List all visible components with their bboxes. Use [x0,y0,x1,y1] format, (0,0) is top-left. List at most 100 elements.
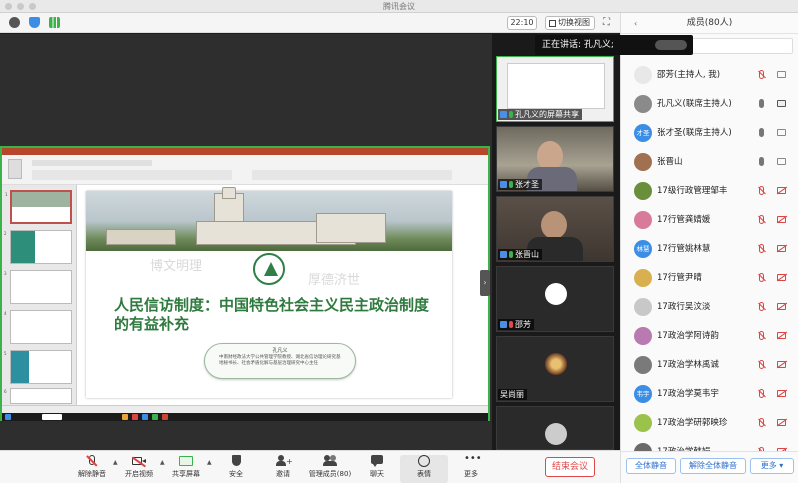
mic-muted-icon[interactable] [759,302,764,311]
switch-view-button[interactable]: 切换视图 [545,16,595,30]
member-row[interactable]: 17级行政管理邹丰 [621,177,798,205]
more-button[interactable]: ••• 更多 [447,454,495,483]
camera-off-icon[interactable] [777,332,786,339]
university-logo [253,253,285,285]
user-icon [500,321,507,328]
mic-muted-icon[interactable] [759,360,764,369]
meeting-controls: 解除静音 ▲ 开启视频 ▲ 共享屏幕 ▲ 安全 + 邀请 管理成员(80) 聊天 [0,450,620,483]
camera-off-icon[interactable] [777,187,786,194]
members-icon [323,455,337,467]
avatar [634,95,652,113]
invite-label: 邀请 [276,470,290,478]
slide-thumbnail[interactable]: 3 [4,270,72,304]
chat-button[interactable]: 聊天 [353,455,401,483]
mic-muted-icon[interactable] [759,389,764,398]
slide-thumbnail[interactable]: 1 [5,190,72,224]
reactions-button[interactable]: 表情 [400,455,448,483]
member-row[interactable]: 邵芳(主持人, 我) [621,61,798,89]
mic-muted-icon[interactable] [759,70,764,79]
camera-off-icon[interactable] [777,303,786,310]
campus-photo [86,187,452,251]
camera-off-icon[interactable] [777,419,786,426]
security-button[interactable]: 安全 [212,455,260,483]
member-row[interactable]: 17行管尹晴 [621,264,798,292]
video-tile[interactable]: 张晋山 [496,196,614,262]
app-icon[interactable] [152,414,158,420]
screen-share-icon[interactable] [777,100,786,107]
member-row[interactable]: 张晋山 [621,148,798,176]
member-row[interactable]: 17政治学林禹诚 [621,351,798,379]
collapse-strip-button[interactable]: › [480,270,490,296]
member-row[interactable]: 林慧 17行管姚林慧 [621,235,798,263]
member-row[interactable]: 17行管龚婧媛 [621,206,798,234]
slide-thumbnail[interactable]: 6 [4,388,72,404]
member-row[interactable]: 韦宇 17政治学莫韦宇 [621,380,798,408]
members-search-input[interactable] [681,38,793,54]
slide-thumbnail[interactable]: 2 [4,230,72,264]
security-label: 安全 [229,470,243,478]
ppt-ribbon [2,155,488,185]
ppt-title-bar [2,148,488,155]
member-row[interactable]: 17政行吴汶淡 [621,293,798,321]
camera-icon[interactable] [777,71,786,78]
invite-button[interactable]: + 邀请 [259,455,307,483]
member-row[interactable]: 17政治学研郭映珍 [621,409,798,437]
mic-icon[interactable] [759,128,764,137]
shield-icon[interactable] [29,17,40,28]
mic-muted-icon[interactable] [759,418,764,427]
manage-members-button[interactable]: 管理成员(80) [306,455,354,483]
smile-icon [417,455,431,467]
camera-icon[interactable] [777,158,786,165]
mic-icon[interactable] [759,99,764,108]
panel-more-button[interactable]: 更多 ▾ [750,458,794,474]
chevron-left-icon[interactable]: ‹ [634,13,637,34]
app-icon[interactable] [122,414,128,420]
meeting-clock: 22:10 [507,16,537,30]
mic-muted-icon [85,455,99,467]
mic-muted-icon[interactable] [759,273,764,282]
unmute-button[interactable]: 解除静音 [68,455,116,483]
mic-muted-icon[interactable] [759,186,764,195]
shield-icon [229,455,243,467]
video-tile[interactable]: 张才圣 [496,126,614,192]
mic-muted-icon[interactable] [759,331,764,340]
share-screen-button[interactable]: 共享屏幕 [162,455,210,483]
member-row[interactable]: 才圣 张才圣(联席主持人) [621,119,798,147]
speaking-indicator: 正在讲话: 孔凡义; [535,35,693,55]
avatar [634,66,652,84]
fullscreen-icon[interactable]: ⛶ [603,17,614,28]
search-box[interactable] [42,414,62,420]
video-tile[interactable] [496,406,614,450]
end-meeting-button[interactable]: 结束会议 [545,457,595,477]
mic-muted-icon[interactable] [759,244,764,253]
camera-off-icon[interactable] [777,274,786,281]
members-panel-title: 成员(80人) [686,18,733,28]
member-row[interactable]: 孔凡义(联席主持人) [621,90,798,118]
start-icon[interactable] [5,414,11,420]
app-icon[interactable] [132,414,138,420]
member-name: 17行管龚婧媛 [657,215,711,225]
mute-all-button[interactable]: 全体静音 [626,458,676,474]
slide-thumbnail[interactable]: 4 [4,310,72,344]
avatar [545,353,567,375]
mic-icon[interactable] [759,157,764,166]
unmute-all-button[interactable]: 解除全体静音 [680,458,746,474]
signal-icon[interactable] [49,17,60,28]
camera-off-icon[interactable] [777,361,786,368]
video-tile[interactable]: 邵芳 [496,266,614,332]
camera-off-icon[interactable] [777,390,786,397]
share-options-caret[interactable]: ▲ [207,459,212,466]
app-icon[interactable] [142,414,148,420]
app-icon[interactable] [162,414,168,420]
camera-off-icon[interactable] [777,245,786,252]
start-video-button[interactable]: 开启视频 [115,455,163,483]
camera-icon[interactable] [777,129,786,136]
slide-thumbnail[interactable]: 5 [4,350,72,384]
avatar [634,298,652,316]
video-tile[interactable]: 吴尚丽 [496,336,614,402]
camera-off-icon[interactable] [777,216,786,223]
mic-muted-icon[interactable] [759,215,764,224]
info-icon[interactable] [9,17,20,28]
member-row[interactable]: 17政治学阿诗韵 [621,322,798,350]
video-tile[interactable]: 孔凡义的屏幕共享 [496,56,614,122]
